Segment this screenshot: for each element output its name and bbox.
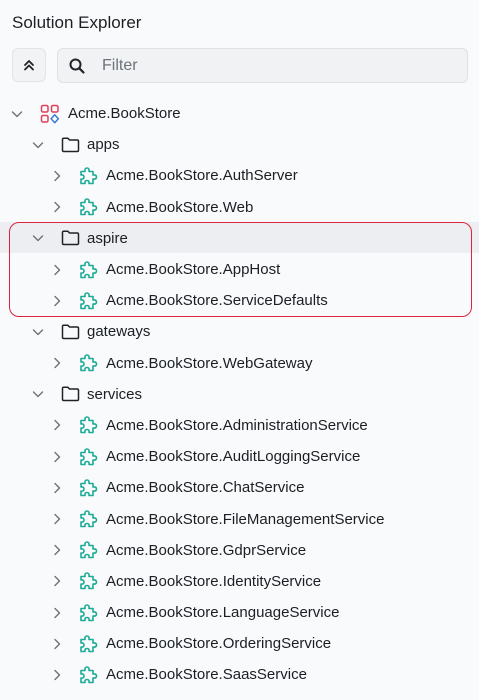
tree-item-label: Acme.BookStore.LanguageService — [106, 604, 340, 622]
tree-item-project[interactable]: Acme.BookStore.FileManagementService — [0, 503, 479, 534]
chevron-right-icon[interactable] — [50, 450, 64, 464]
tree-item-label: Acme.BookStore.AuthServer — [106, 167, 298, 185]
tree-item-project[interactable]: Acme.BookStore.WebGateway — [0, 348, 479, 379]
module-icon — [78, 634, 98, 654]
solution-icon — [40, 104, 60, 124]
chevron-right-icon[interactable] — [50, 169, 64, 183]
tree-item-folder[interactable]: apps — [0, 129, 479, 160]
chevron-down-icon[interactable] — [31, 231, 45, 245]
chevron-down-icon[interactable] — [31, 387, 45, 401]
chevron-down-icon[interactable] — [31, 325, 45, 339]
chevron-right-icon[interactable] — [50, 294, 64, 308]
chevron-right-icon[interactable] — [50, 263, 64, 277]
module-icon — [78, 166, 98, 186]
chevron-right-icon[interactable] — [50, 574, 64, 588]
tree-item-label: Acme.BookStore — [68, 105, 181, 123]
tree-item-label: Acme.BookStore.AppHost — [106, 261, 281, 279]
module-icon — [78, 478, 98, 498]
tree-item-project[interactable]: Acme.BookStore.AppHost — [0, 254, 479, 285]
chevron-right-icon[interactable] — [50, 418, 64, 432]
tree-item-label: Acme.BookStore.SaasService — [106, 666, 307, 684]
tree-item-label: Acme.BookStore.ChatService — [106, 479, 305, 497]
folder-icon — [60, 228, 80, 248]
tree-item-project[interactable]: Acme.BookStore.SaasService — [0, 659, 479, 690]
tree-item-solution[interactable]: Acme.BookStore — [0, 98, 479, 129]
tree-item-project[interactable]: Acme.BookStore.AuthServer — [0, 160, 479, 191]
folder-icon — [60, 322, 80, 342]
tree-item-label: gateways — [87, 323, 151, 341]
module-icon — [78, 353, 98, 373]
module-icon — [78, 447, 98, 467]
collapse-all-button[interactable] — [12, 48, 46, 82]
module-icon — [78, 571, 98, 591]
tree-item-folder[interactable]: services — [0, 379, 479, 410]
module-icon — [78, 197, 98, 217]
module-icon — [78, 603, 98, 623]
chevron-right-icon[interactable] — [50, 481, 64, 495]
chevron-right-icon[interactable] — [50, 512, 64, 526]
tree-item-project[interactable]: Acme.BookStore.OrderingService — [0, 628, 479, 659]
search-icon — [68, 57, 86, 75]
module-icon — [78, 260, 98, 280]
chevron-down-icon[interactable] — [10, 107, 24, 121]
tree-item-label: Acme.BookStore.AdministrationService — [106, 416, 368, 434]
tree-item-project[interactable]: Acme.BookStore.Web — [0, 192, 479, 223]
tree-item-label: services — [87, 385, 143, 403]
folder-icon — [60, 135, 80, 155]
module-icon — [78, 509, 98, 529]
filter-box[interactable] — [57, 48, 468, 83]
panel-title: Solution Explorer — [12, 13, 142, 32]
tree-item-project[interactable]: Acme.BookStore.AuditLoggingService — [0, 441, 479, 472]
module-icon — [78, 291, 98, 311]
tree-item-label: apps — [87, 136, 120, 154]
chevron-right-icon[interactable] — [50, 668, 64, 682]
tree-item-folder[interactable]: aspire — [0, 223, 479, 254]
chevron-down-icon[interactable] — [31, 138, 45, 152]
tree-item-label: Acme.BookStore.Web — [106, 198, 254, 216]
filter-input[interactable] — [102, 56, 432, 75]
folder-icon — [60, 384, 80, 404]
tree-item-label: aspire — [87, 229, 128, 247]
chevron-right-icon[interactable] — [50, 543, 64, 557]
tree-item-label: Acme.BookStore.ServiceDefaults — [106, 292, 328, 310]
tree-item-label: Acme.BookStore.IdentityService — [106, 572, 322, 590]
chevrons-up-icon — [22, 58, 36, 72]
tree-item-project[interactable]: Acme.BookStore.GdprService — [0, 535, 479, 566]
tree-item-project[interactable]: Acme.BookStore.ServiceDefaults — [0, 285, 479, 316]
tree-item-project[interactable]: Acme.BookStore.AdministrationService — [0, 410, 479, 441]
module-icon — [78, 415, 98, 435]
tree-item-project[interactable]: Acme.BookStore.LanguageService — [0, 597, 479, 628]
module-icon — [78, 540, 98, 560]
tree-item-label: Acme.BookStore.WebGateway — [106, 354, 313, 372]
tree-item-folder[interactable]: gateways — [0, 316, 479, 347]
chevron-right-icon[interactable] — [50, 606, 64, 620]
tree-item-label: Acme.BookStore.FileManagementService — [106, 510, 385, 528]
solution-tree: Acme.BookStore apps Acme.BookStore.AuthSer… — [0, 98, 479, 691]
tree-item-project[interactable]: Acme.BookStore.IdentityService — [0, 566, 479, 597]
tree-item-label: Acme.BookStore.AuditLoggingService — [106, 448, 361, 466]
tree-item-project[interactable]: Acme.BookStore.ChatService — [0, 472, 479, 503]
tree-item-label: Acme.BookStore.GdprService — [106, 541, 307, 559]
chevron-right-icon[interactable] — [50, 200, 64, 214]
module-icon — [78, 665, 98, 685]
tree-item-label: Acme.BookStore.OrderingService — [106, 635, 332, 653]
chevron-right-icon[interactable] — [50, 356, 64, 370]
chevron-right-icon[interactable] — [50, 637, 64, 651]
